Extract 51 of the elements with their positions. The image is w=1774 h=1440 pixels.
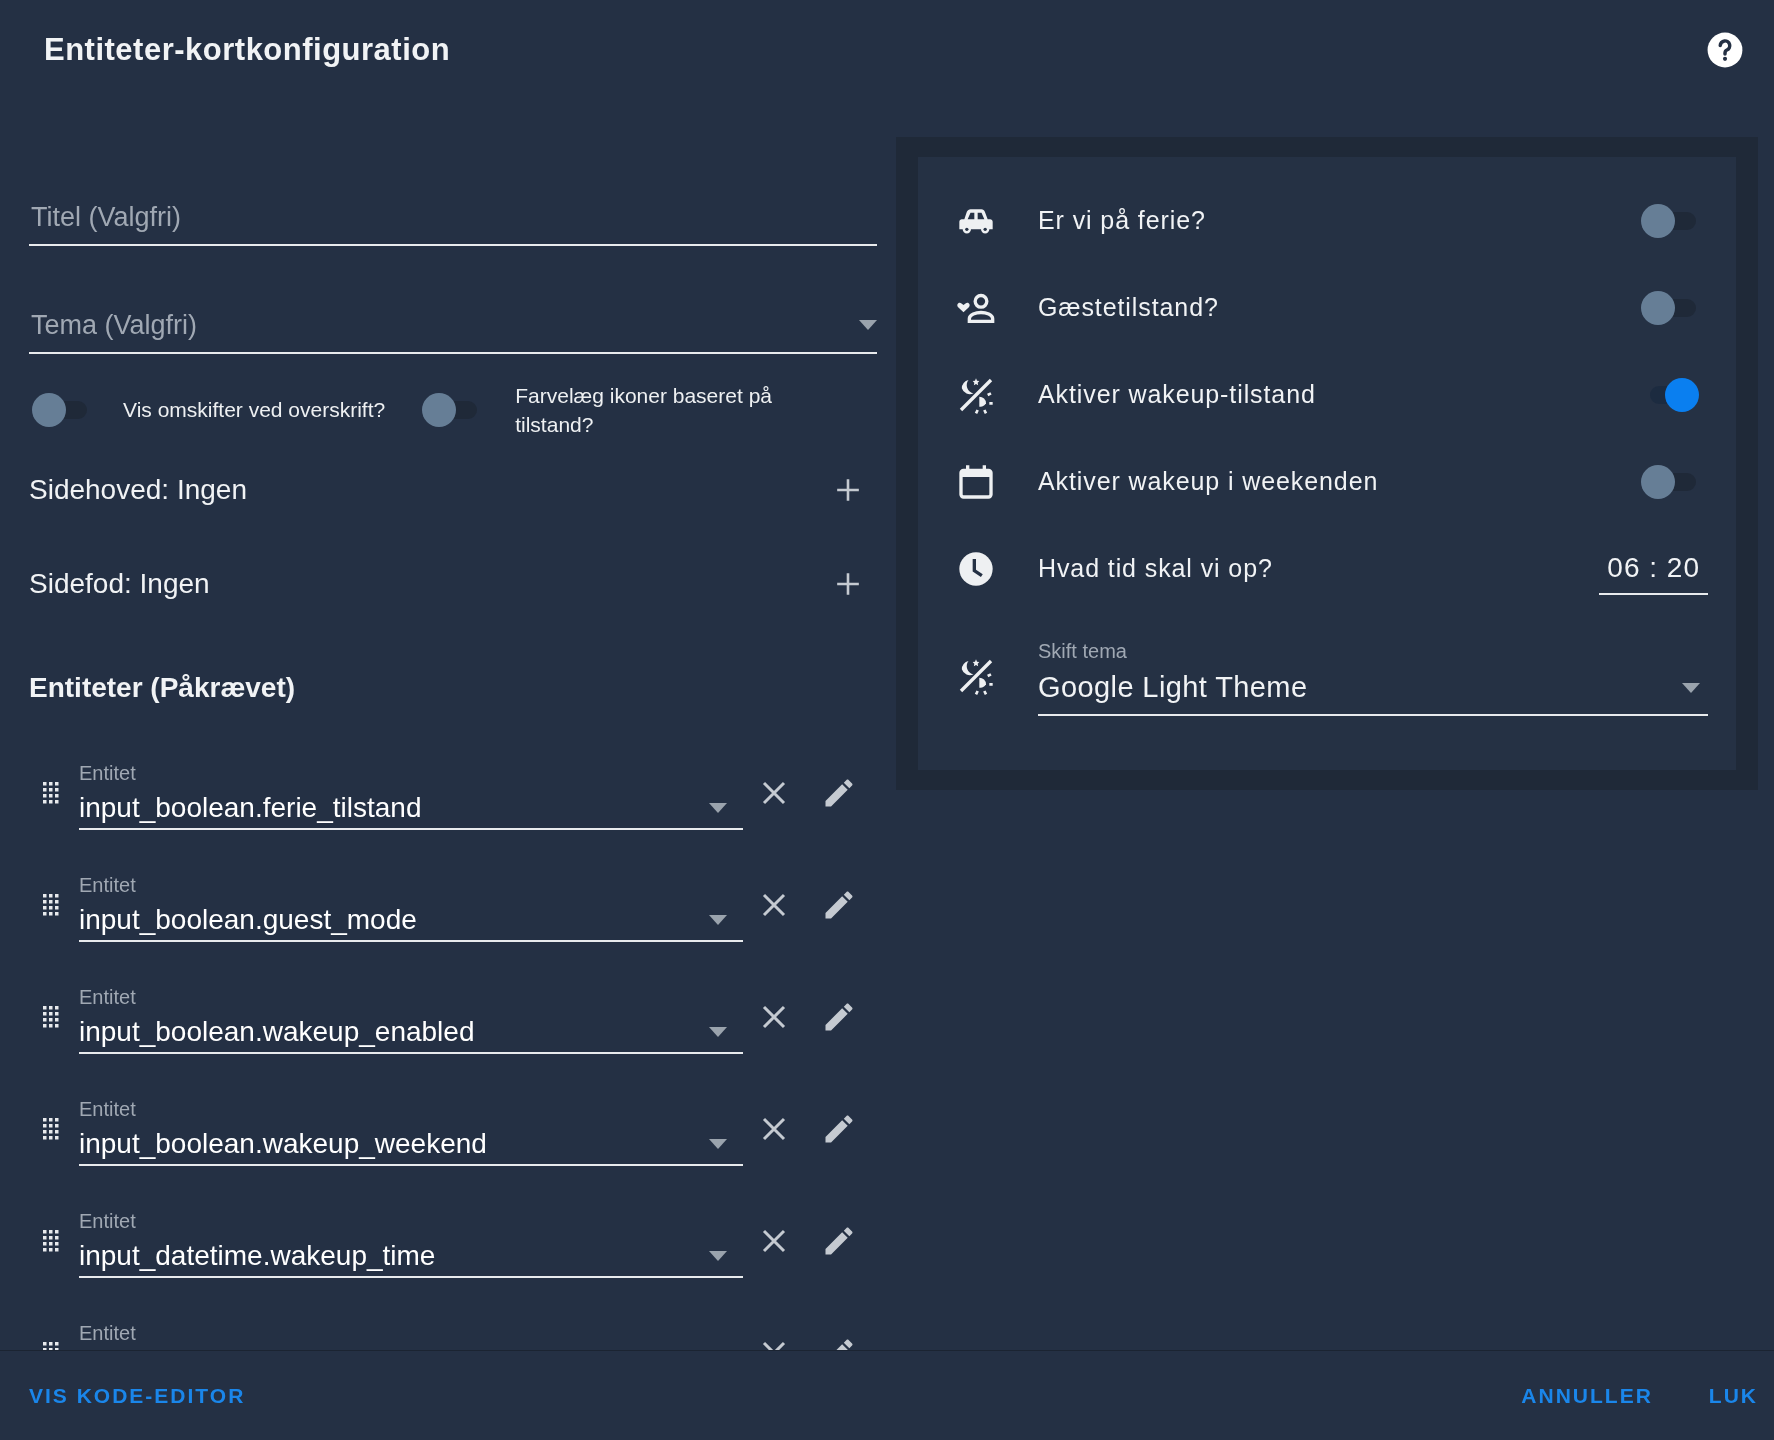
caret-icon[interactable] — [709, 1027, 727, 1037]
entity-dropdown[interactable]: Entitet input_boolean.wakeup_weekend — [79, 1092, 743, 1166]
add-icon[interactable] — [835, 571, 861, 597]
entity-name: Er vi på ferie? — [1038, 204, 1207, 236]
option-label: Vis omskifter ved overskrift? — [123, 397, 386, 424]
caret-icon[interactable] — [709, 1139, 727, 1149]
field-label: Skift tema — [1038, 639, 1128, 665]
entity-dropdown[interactable]: Entitet input_datetime.wakeup_time — [79, 1204, 743, 1278]
field-label: Entitet — [79, 1097, 137, 1122]
field-value: Google Light Theme — [1038, 670, 1308, 706]
entity-dropdown[interactable]: Entitet input_boolean.wakeup_enabled — [79, 980, 743, 1054]
caret-icon[interactable] — [709, 1251, 727, 1261]
dialog-button[interactable]: ANNULLER — [1521, 1373, 1653, 1418]
caret-icon[interactable] — [1682, 683, 1700, 693]
field-value: input_boolean.wakeup_enabled — [79, 1015, 475, 1049]
drag-handle-icon[interactable] — [43, 782, 59, 804]
help-icon[interactable] — [1706, 31, 1744, 69]
show-code-editor-button[interactable]: VIS KODE-EDITOR — [29, 1373, 246, 1418]
entity-name: Hvad tid skal vi op? — [1038, 552, 1274, 584]
drag-handle-icon[interactable] — [43, 1006, 59, 1028]
theme-select[interactable]: Skift tema Google Light Theme — [1038, 636, 1708, 716]
field-value: input_boolean.guest_mode — [79, 903, 417, 937]
entity-name: Aktiver wakeup i weekenden — [1038, 465, 1380, 497]
drag-handle-icon[interactable] — [43, 1118, 59, 1140]
field-value: input_datetime.wakeup_time — [79, 1239, 436, 1273]
add-icon[interactable] — [835, 477, 861, 503]
field-label: Entitet — [79, 873, 137, 898]
field-label: Entitet — [79, 761, 137, 786]
field-value: input_boolean.ferie_tilstand — [79, 791, 422, 825]
entity-dropdown[interactable]: Entitet input_boolean.ferie_tilstand — [79, 756, 743, 830]
section-heading: Entiteter (Påkrævet) — [29, 671, 297, 705]
field-label: Entitet — [79, 1209, 137, 1234]
caret-icon[interactable] — [709, 915, 727, 925]
caret-icon[interactable] — [859, 320, 877, 330]
field-label: Entitet — [79, 985, 137, 1010]
drag-handle-icon[interactable] — [43, 1230, 59, 1252]
header-label: Sidehoved: Ingen — [29, 473, 247, 507]
time-field[interactable]: 06 : 20 — [1599, 542, 1708, 595]
drag-handle-icon[interactable] — [43, 894, 59, 916]
entity-dropdown[interactable]: Entitet — [79, 1316, 743, 1350]
dialog-title: Entiteter-kortkonfiguration — [44, 31, 451, 69]
footer-label: Sidefod: Ingen — [29, 567, 210, 601]
dialog-button[interactable]: LUK — [1708, 1373, 1758, 1418]
caret-icon[interactable] — [709, 803, 727, 813]
entity-name: Gæstetilstand? — [1038, 291, 1220, 323]
option-label: Farvelæg ikoner baseret på tilstand? — [515, 382, 773, 438]
title-field[interactable]: Titel (Valgfri) — [29, 195, 793, 239]
field-value: input_boolean.wakeup_weekend — [79, 1127, 487, 1161]
entity-dropdown[interactable]: Entitet input_boolean.guest_mode — [79, 868, 743, 942]
entity-name: Aktiver wakeup-tilstand — [1038, 378, 1317, 410]
theme-dropdown[interactable]: Tema (Valgfri) — [29, 303, 793, 347]
